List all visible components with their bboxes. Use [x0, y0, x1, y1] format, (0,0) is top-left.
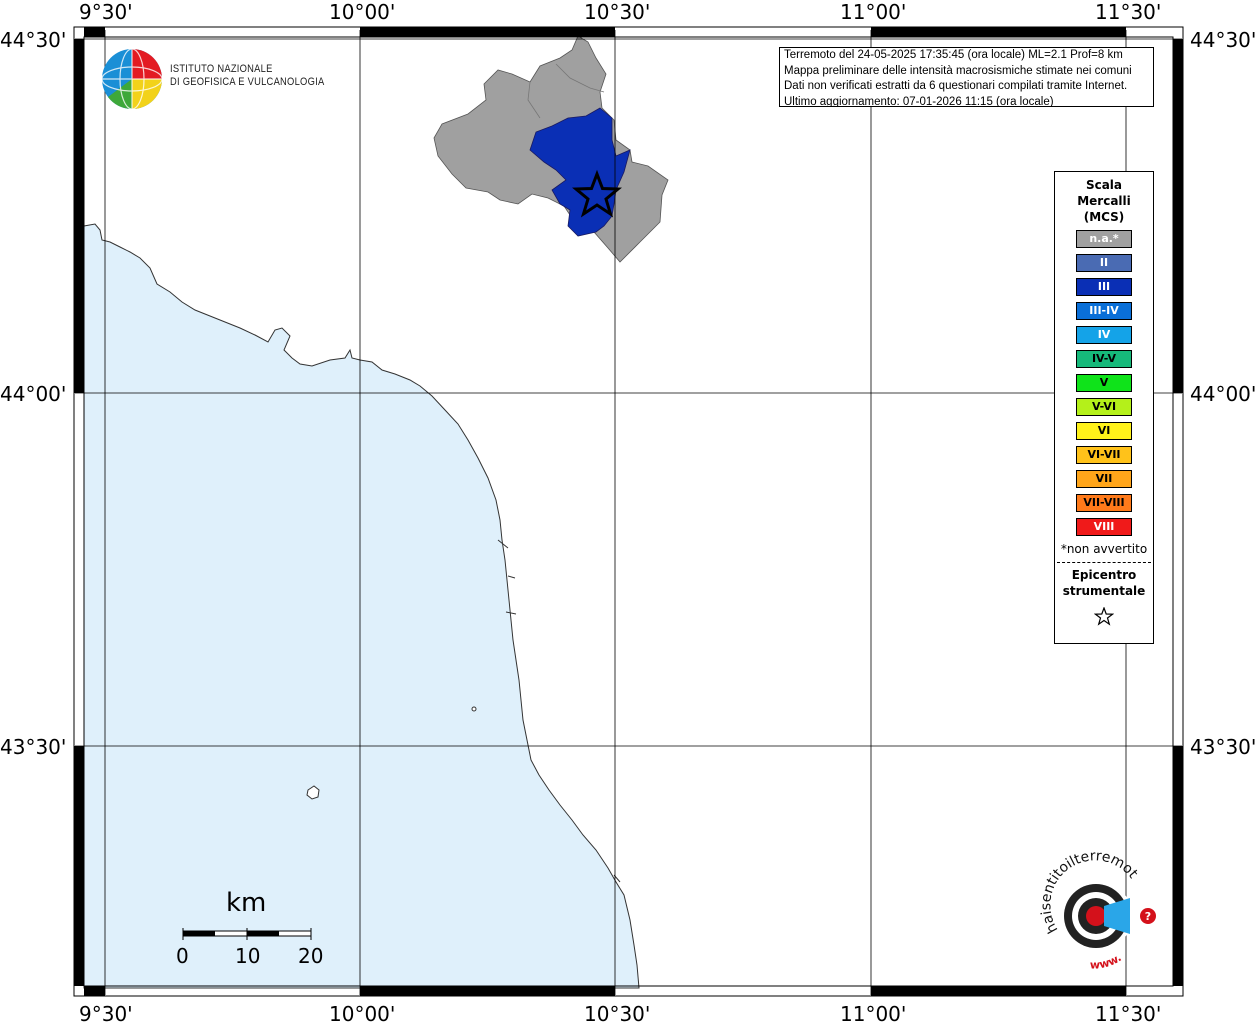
watermark-site: www. [1090, 951, 1124, 971]
event-info-line1: Terremoto del 24-05-2025 17:35:45 (ora l… [784, 49, 1123, 61]
scale-bar-tick: 0 [176, 944, 189, 968]
legend-epicenter: Epicentro strumentale [1055, 567, 1153, 599]
lat-label-left-0: 44°30' [0, 28, 67, 52]
scale-bar-tick: 20 [298, 944, 324, 968]
star-icon [1094, 607, 1114, 626]
lon-label-top-2: 10°30' [584, 0, 651, 24]
lat-label-left-2: 43°30' [0, 735, 67, 759]
legend-item: IV [1076, 326, 1132, 344]
legend-epicenter-line: strumentale [1062, 584, 1146, 598]
event-info-line4: Ultimo aggiornamento: 07-01-2026 11:15 (… [784, 95, 1054, 107]
lon-label-bottom-2: 10°30' [584, 1002, 651, 1026]
legend-item: VIII [1076, 518, 1132, 536]
mcs-legend: Scala Mercalli (MCS) n.a.* II III III-IV IV I… [1054, 171, 1154, 644]
ingv-logo-line1: ISTITUTO NAZIONALE [170, 63, 273, 75]
legend-note: *non avvertito [1060, 542, 1148, 556]
lon-label-top-4: 11°30' [1095, 0, 1162, 24]
legend-item: VI-VII [1076, 446, 1132, 464]
ingv-logo-text: ISTITUTO NAZIONALE DI GEOFISICA E VULCAN… [170, 63, 324, 89]
lat-label-left-1: 44°00' [0, 382, 67, 406]
legend-item: III-IV [1076, 302, 1132, 320]
lon-label-bottom-1: 10°00' [329, 1002, 396, 1026]
legend-title-line: Mercalli [1077, 194, 1131, 208]
scale-bar-unit: km [226, 888, 267, 918]
sea-area [83, 223, 640, 989]
legend-item: n.a.* [1076, 230, 1132, 248]
legend-separator [1057, 562, 1151, 563]
lon-label-bottom-3: 11°00' [840, 1002, 907, 1026]
scale-bar-tick: 10 [235, 944, 261, 968]
lon-label-top-3: 11°00' [840, 0, 907, 24]
island-meloria [471, 706, 477, 712]
legend-items: n.a.* II III III-IV IV IV-V V V-VI VI VI-VII VII VI… [1055, 230, 1153, 536]
ingv-logo-line2: DI GEOFISICA E VULCANOLOGIA [170, 76, 325, 88]
legend-item: II [1076, 254, 1132, 272]
lat-label-right-1: 44°00' [1190, 382, 1256, 406]
ingv-globe-icon [101, 48, 163, 110]
svg-text:www.: www. [1090, 951, 1124, 971]
lon-label-top-1: 10°00' [329, 0, 396, 24]
legend-item: IV-V [1076, 350, 1132, 368]
lat-label-right-2: 43°30' [1190, 735, 1256, 759]
lon-label-bottom-4: 11°30' [1095, 1002, 1162, 1026]
legend-item: VII [1076, 470, 1132, 488]
lon-label-bottom-0: 9°30' [79, 1002, 133, 1026]
legend-item: V [1076, 374, 1132, 392]
lat-label-right-0: 44°30' [1190, 28, 1256, 52]
lon-label-top-0: 9°30' [79, 0, 133, 24]
event-info-box: Terremoto del 24-05-2025 17:35:45 (ora l… [779, 47, 1154, 107]
legend-item: V-VI [1076, 398, 1132, 416]
legend-item: VI [1076, 422, 1132, 440]
legend-item: III [1076, 278, 1132, 296]
event-info-line3: Dati non verificati estratti da 6 questi… [784, 80, 1128, 92]
legend-item: VII-VIII [1076, 494, 1132, 512]
legend-title-line: (MCS) [1083, 210, 1125, 224]
legend-title: Scala Mercalli (MCS) [1055, 177, 1153, 225]
svg-text:?: ? [1145, 910, 1151, 923]
event-info-line2: Mappa preliminare delle intensità macros… [784, 64, 1132, 77]
legend-epicenter-line: Epicentro [1071, 568, 1137, 582]
legend-title-line: Scala [1085, 178, 1123, 192]
